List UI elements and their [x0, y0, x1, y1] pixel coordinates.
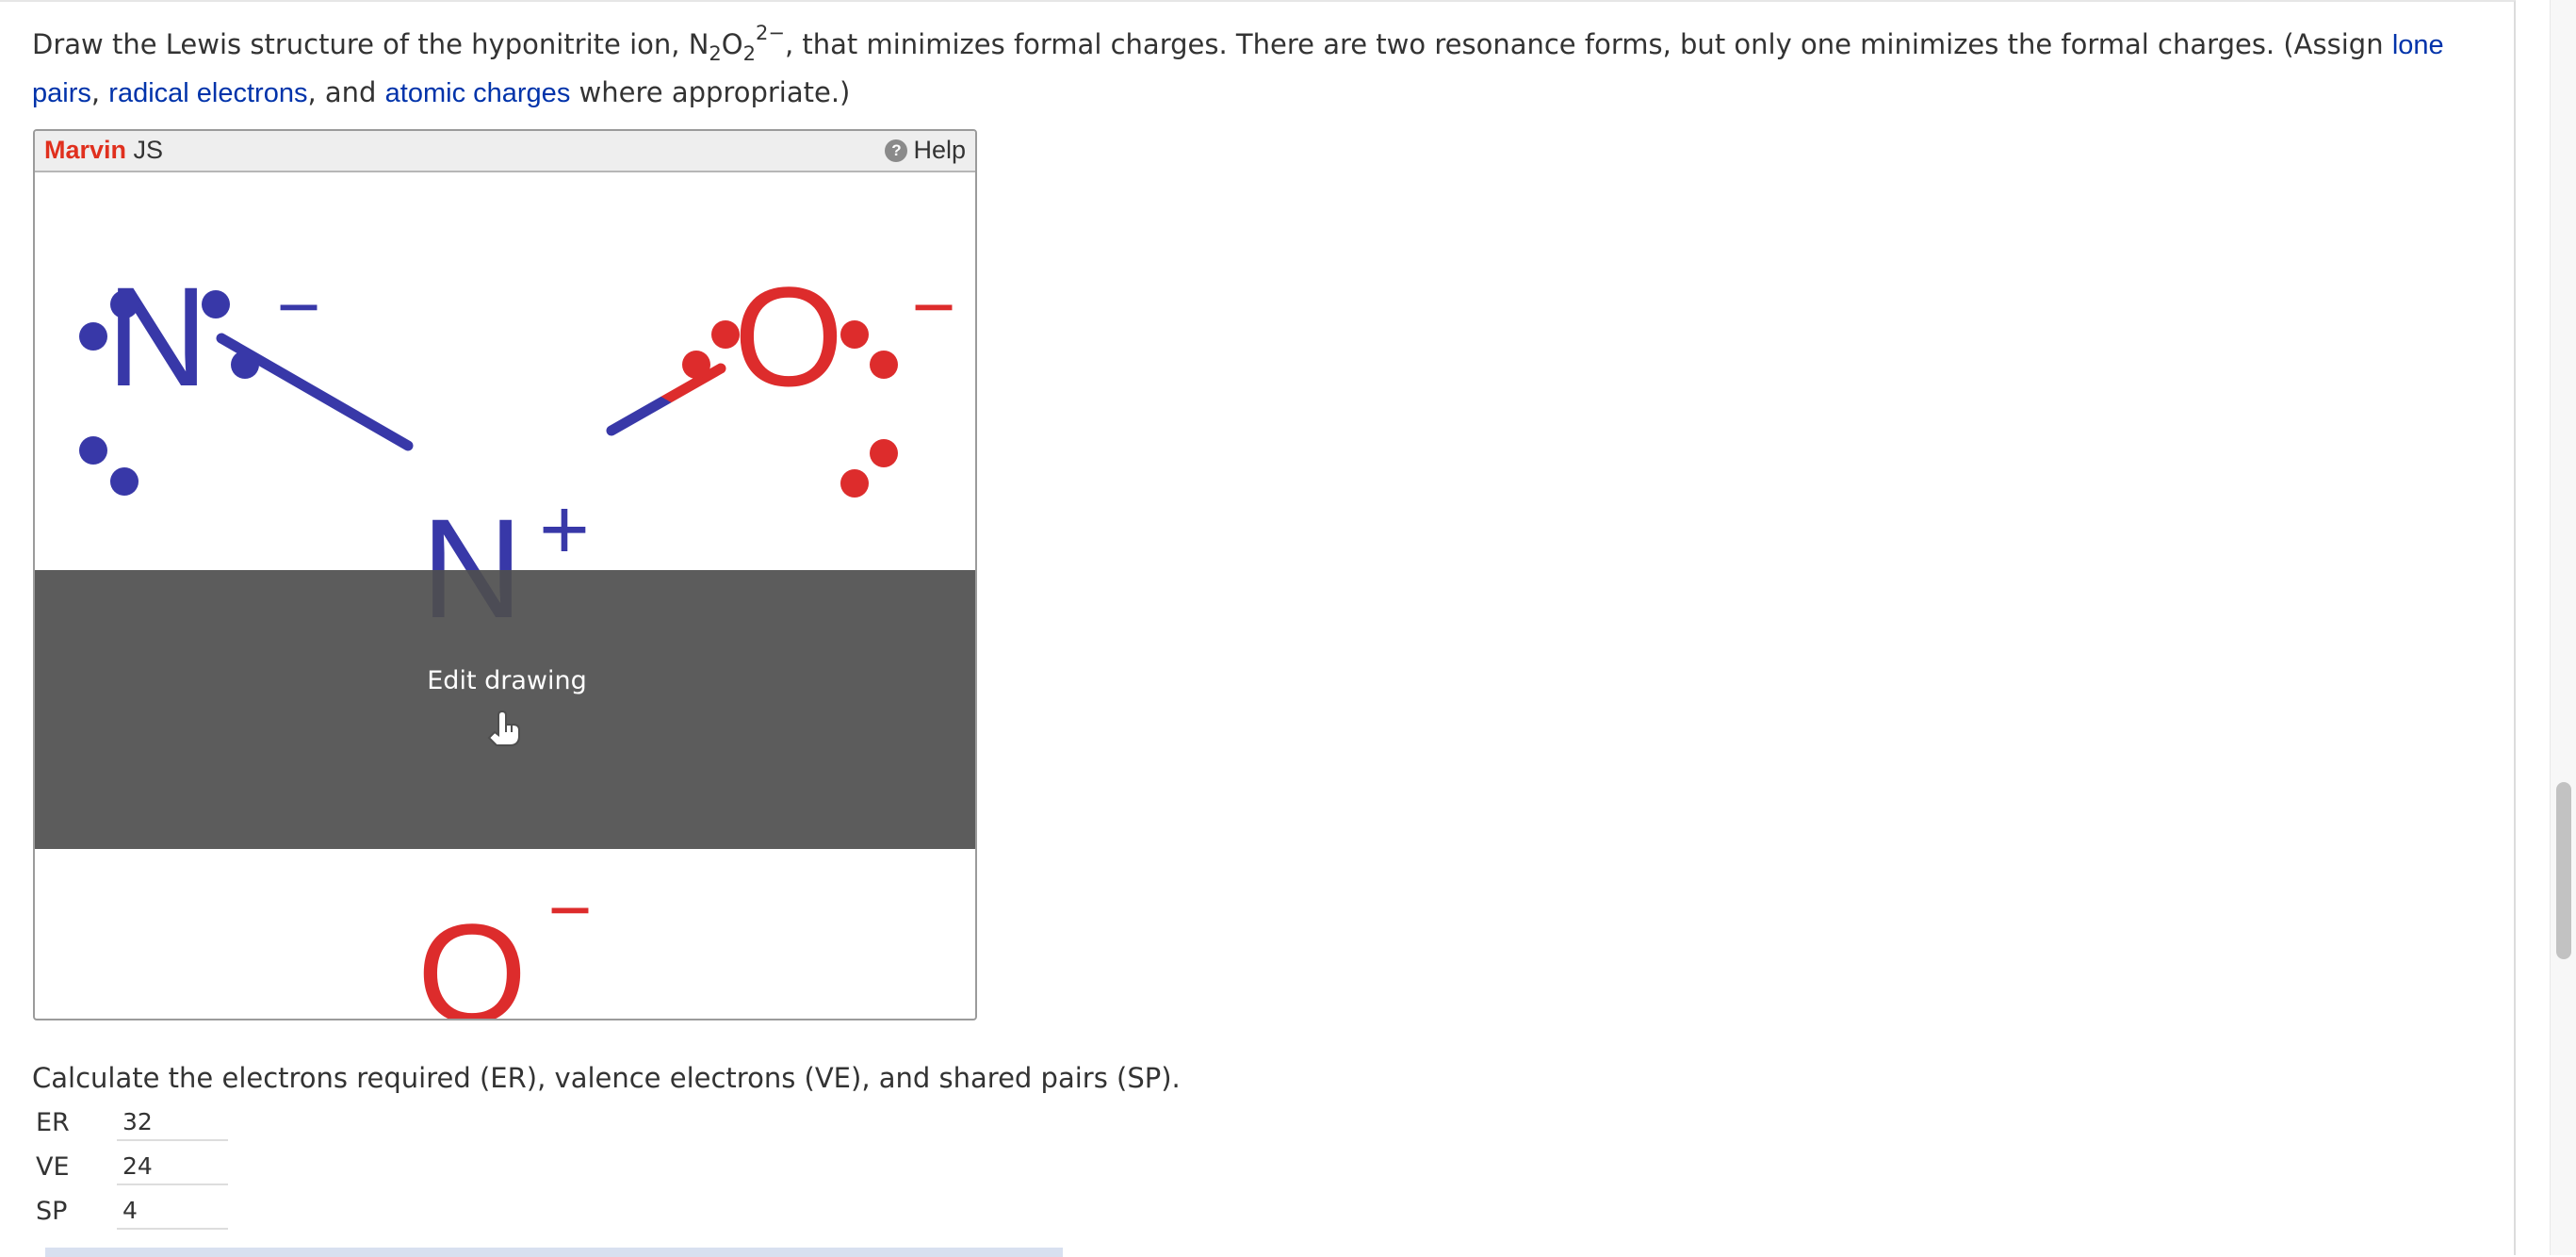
hand-pointer-icon: [487, 710, 520, 746]
question-outro: where appropriate.): [570, 76, 851, 108]
er-label: ER: [36, 1107, 70, 1137]
er-input[interactable]: [117, 1103, 228, 1141]
er-row: ER: [32, 1102, 228, 1143]
formula: N2O22−: [688, 24, 785, 63]
marvin-logo: Marvin JS: [44, 136, 163, 165]
marvin-logo-main: Marvin: [44, 136, 127, 164]
ve-input[interactable]: [117, 1148, 228, 1185]
help-button[interactable]: ? Help: [885, 136, 966, 165]
atom-oxygen-bottom: O: [417, 894, 528, 1020]
formula-nitrogen: N: [688, 28, 709, 60]
calculation-prompt: Calculate the electrons required (ER), v…: [32, 1062, 1181, 1094]
formula-nitrogen-subscript: 2: [709, 41, 722, 65]
bond-n-o-single: [606, 363, 726, 436]
sp-row: SP: [32, 1190, 228, 1232]
question-separator: , and: [307, 76, 385, 108]
sp-input[interactable]: [117, 1192, 228, 1230]
answer-bar: [45, 1248, 1063, 1257]
question-text: Draw the Lewis structure of the hyponitr…: [32, 21, 2444, 117]
ve-label: VE: [36, 1151, 70, 1182]
atomic-charges-link[interactable]: atomic charges: [385, 78, 571, 108]
help-icon: ?: [885, 139, 908, 162]
question-panel: Draw the Lewis structure of the hyponitr…: [0, 0, 2516, 1257]
edit-drawing-overlay[interactable]: Edit drawing: [35, 570, 975, 849]
ve-row: VE: [32, 1146, 228, 1187]
question-intro: Draw the Lewis structure of the hyponitr…: [32, 28, 689, 60]
question-separator: ,: [90, 76, 109, 108]
radical-electrons-link[interactable]: radical electrons: [108, 78, 307, 108]
formula-oxygen-subscript: 2: [742, 41, 756, 65]
marvin-logo-sub: JS: [126, 136, 164, 164]
vertical-scrollbar[interactable]: [2550, 0, 2576, 1255]
marvin-js-editor[interactable]: Marvin JS ? Help N − O − N + O − Edit dr…: [33, 129, 977, 1020]
charge-nitrogen-center: +: [539, 482, 590, 578]
atom-oxygen-top-right: O: [734, 257, 844, 416]
edit-drawing-label: Edit drawing: [427, 666, 587, 695]
charge-nitrogen-top-left: −: [277, 265, 321, 349]
sp-label: SP: [36, 1196, 68, 1226]
scrollbar-thumb[interactable]: [2556, 782, 2571, 959]
help-label: Help: [913, 136, 966, 164]
charge-oxygen-bottom: −: [548, 868, 593, 952]
formula-charge: 2−: [755, 22, 785, 45]
atom-nitrogen-top-left: N: [106, 257, 208, 416]
charge-oxygen-top-right: −: [912, 265, 956, 349]
formula-oxygen: O: [721, 28, 743, 60]
question-body: , that minimizes formal charges. There a…: [784, 28, 2392, 60]
marvin-header: Marvin JS ? Help: [35, 131, 975, 172]
